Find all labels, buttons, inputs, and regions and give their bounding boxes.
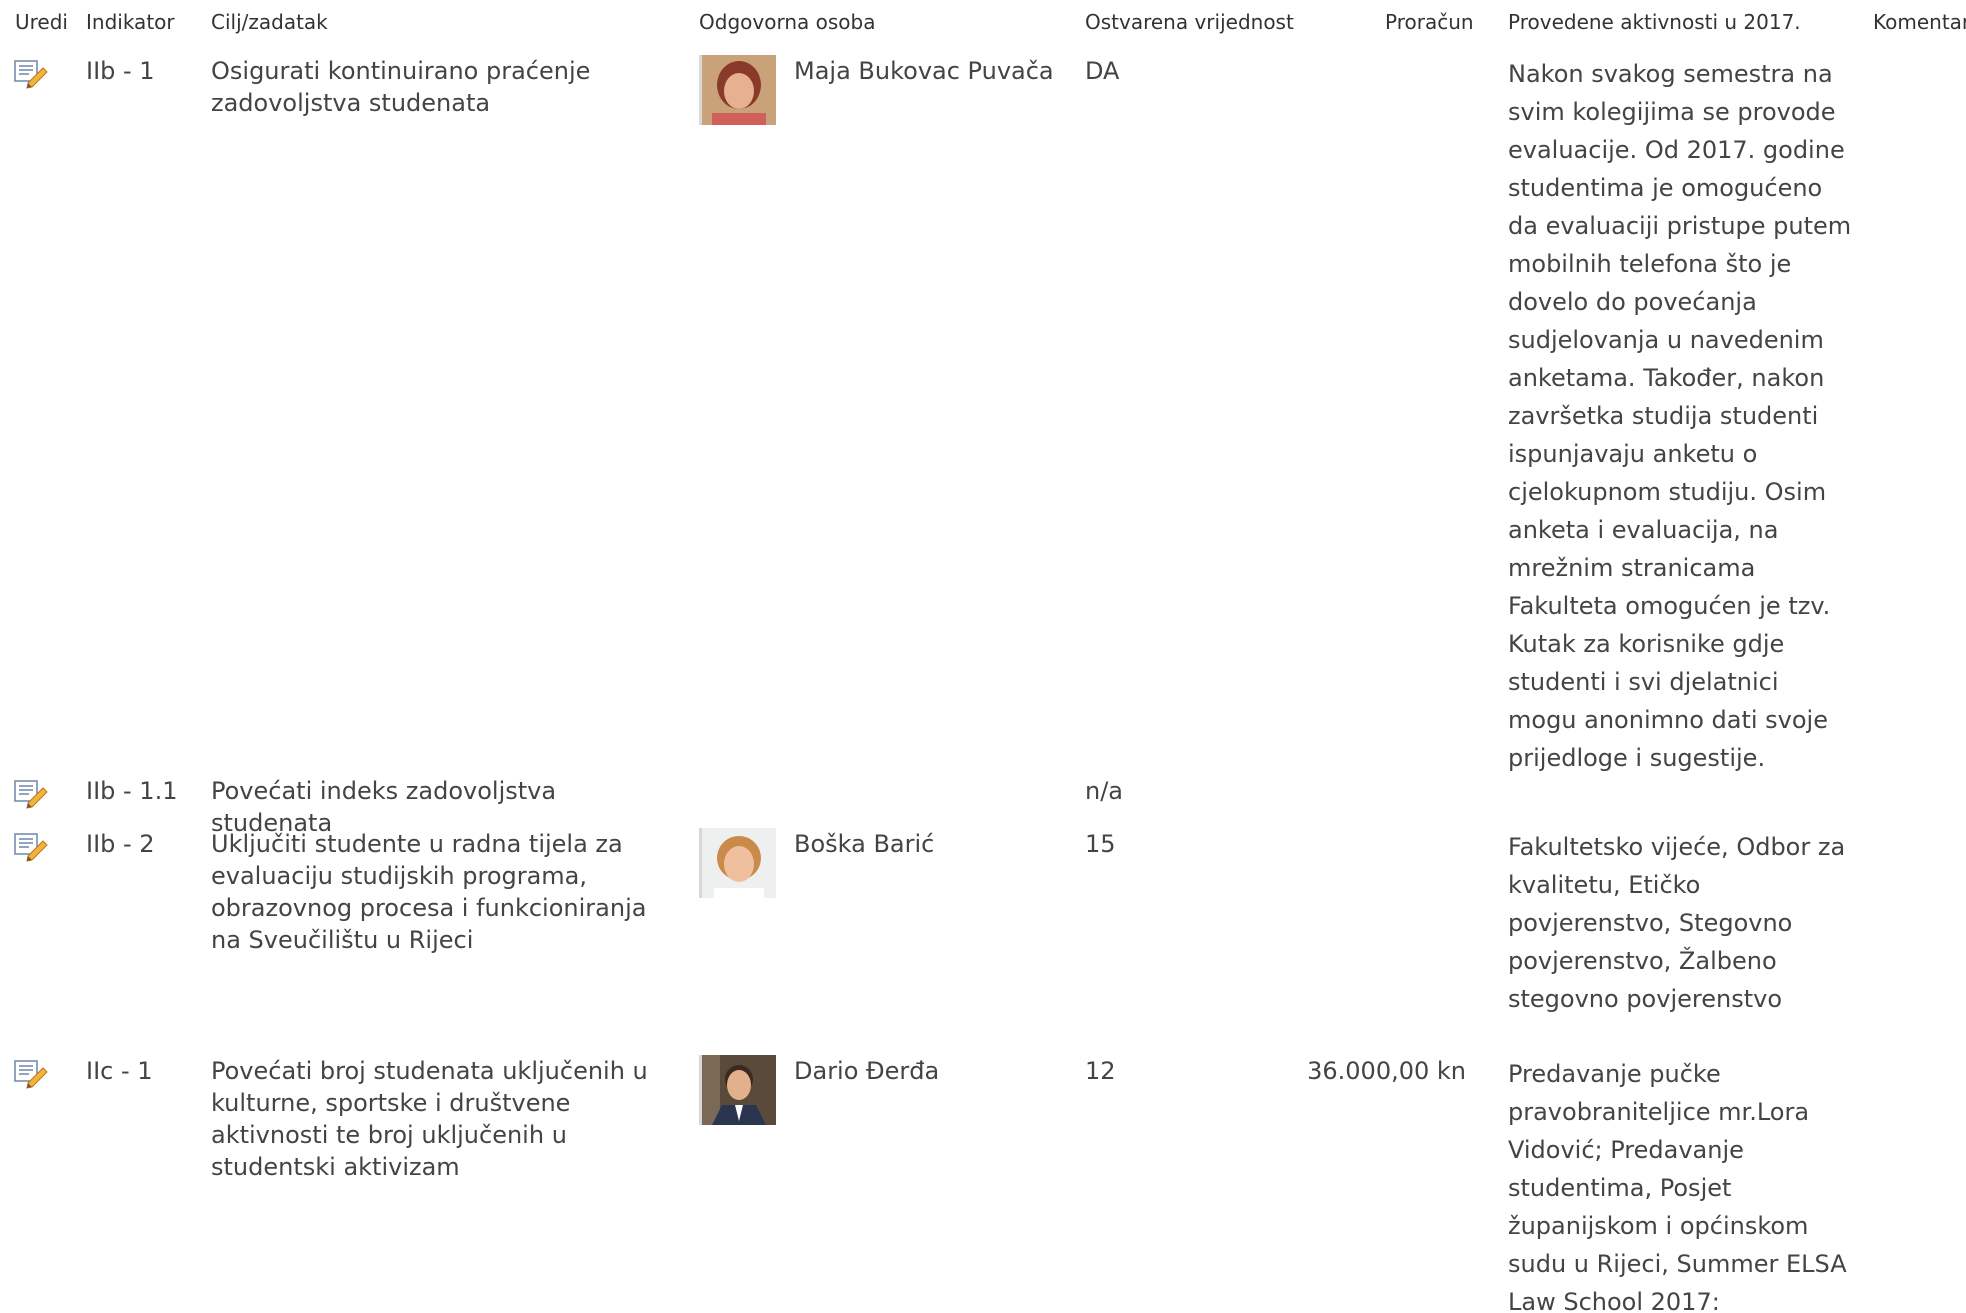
indicator-cell: IIb - 2 [86, 830, 155, 858]
budget-cell: 36.000,00 kn [1307, 1057, 1466, 1085]
activities-cell: Predavanje pučke pravobraniteljice mr.Lo… [1508, 1060, 1847, 1313]
edit-item-icon[interactable] [14, 832, 48, 862]
value-cell: DA [1085, 57, 1120, 85]
person-name[interactable]: Boška Barić [794, 828, 934, 860]
edit-item-icon[interactable] [14, 779, 48, 809]
person-name[interactable]: Maja Bukovac Puvača [794, 55, 1054, 87]
goal-cell: Povećati broj studenata uključenih u kul… [211, 1057, 648, 1181]
indicator-cell: IIc - 1 [86, 1057, 153, 1085]
column-header-goal[interactable]: Cilj/zadatak [211, 10, 328, 34]
avatar [699, 828, 776, 898]
person-name[interactable]: Dario Đerđa [794, 1055, 939, 1087]
column-header-comment[interactable]: Komentar [1873, 10, 1966, 34]
activities-cell: Fakultetsko vijeće, Odbor za kvalitetu, … [1508, 833, 1846, 1013]
avatar [699, 1055, 776, 1125]
goal-cell: Osigurati kontinuirano praćenje zadovolj… [211, 57, 591, 117]
indicator-cell: IIb - 1.1 [86, 777, 178, 805]
edit-item-icon[interactable] [14, 1059, 48, 1089]
edit-item-icon[interactable] [14, 59, 48, 89]
column-header-indicator[interactable]: Indikator [86, 10, 175, 34]
activities-cell: Nakon svakog semestra na svim kolegijima… [1508, 60, 1852, 772]
column-header-value[interactable]: Ostvarena vrijednost [1085, 10, 1294, 34]
value-cell: n/a [1085, 777, 1124, 805]
value-cell: 15 [1085, 830, 1116, 858]
column-header-budget[interactable]: Proračun [1385, 10, 1474, 34]
value-cell: 12 [1085, 1057, 1116, 1085]
column-header-person[interactable]: Odgovorna osoba [699, 10, 875, 34]
goal-cell: Uključiti studente u radna tijela za eva… [211, 830, 647, 954]
list-view: Uredi Indikator Cilj/zadatak Odgovorna o… [0, 0, 1966, 1313]
indicator-cell: IIb - 1 [86, 57, 155, 85]
column-header-activities[interactable]: Provedene aktivnosti u 2017. [1508, 10, 1801, 34]
avatar [699, 55, 776, 125]
column-header-edit[interactable]: Uredi [15, 10, 68, 34]
